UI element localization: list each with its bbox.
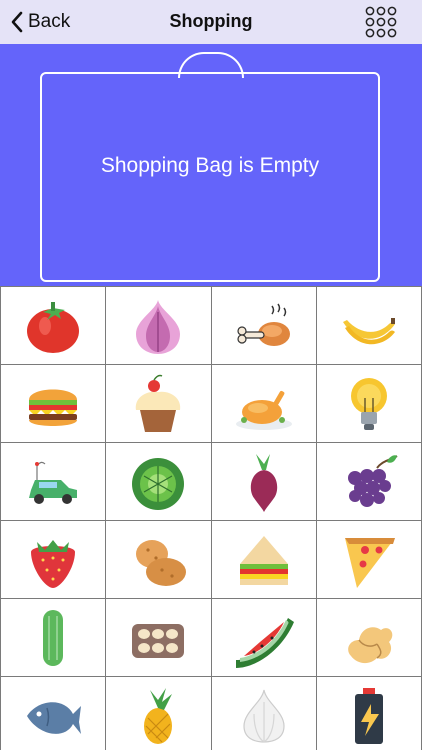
page-title: Shopping	[169, 11, 253, 31]
item-light-bulb[interactable]	[316, 365, 421, 442]
item-garlic[interactable]	[211, 677, 316, 754]
navigation-bar: Back Shopping	[0, 0, 422, 44]
beet-icon	[250, 453, 277, 512]
item-onion[interactable]	[106, 287, 211, 364]
item-fish[interactable]	[1, 677, 106, 754]
potato-icon	[136, 539, 187, 586]
chicken-leg-icon	[237, 303, 290, 346]
onion-icon	[136, 299, 181, 354]
cabbage-icon	[132, 457, 185, 510]
grapes-icon	[347, 454, 398, 507]
item-sandwich[interactable]	[211, 521, 316, 598]
item-beet[interactable]	[211, 443, 316, 520]
item-roast-chicken[interactable]	[211, 365, 316, 442]
watermelon-icon	[235, 617, 294, 668]
item-watermelon[interactable]	[211, 599, 316, 676]
item-toy-car[interactable]	[1, 443, 106, 520]
shopping-bag-area: Shopping Bag is Empty	[0, 44, 422, 286]
banana-icon	[342, 317, 395, 344]
pizza-slice-icon	[344, 537, 395, 588]
strawberry-icon	[31, 539, 76, 588]
ginger-icon	[348, 626, 393, 663]
item-ginger[interactable]	[316, 599, 421, 676]
item-cabbage[interactable]	[106, 443, 211, 520]
light-bulb-icon	[350, 377, 387, 430]
item-potato[interactable]	[106, 521, 211, 598]
fish-icon	[27, 701, 82, 734]
pineapple-icon	[144, 687, 173, 744]
garlic-icon	[243, 689, 285, 743]
items-grid	[0, 286, 422, 754]
item-pizza-slice[interactable]	[316, 521, 421, 598]
bag-status-text: Shopping Bag is Empty	[100, 154, 320, 177]
roast-chicken-icon	[235, 384, 292, 430]
item-pineapple[interactable]	[106, 677, 211, 754]
item-cucumber[interactable]	[1, 599, 106, 676]
item-strawberry[interactable]	[1, 521, 106, 598]
item-battery[interactable]	[316, 677, 421, 754]
toy-car-icon	[29, 461, 78, 504]
item-chicken-leg[interactable]	[211, 287, 316, 364]
cupcake-icon	[136, 374, 181, 432]
item-tomato[interactable]	[1, 287, 106, 364]
grid-dots-icon[interactable]	[365, 6, 397, 38]
item-grapes[interactable]	[316, 443, 421, 520]
battery-icon	[354, 687, 383, 744]
cucumber-icon	[43, 609, 64, 666]
item-eggs-carton[interactable]	[106, 599, 211, 676]
eggs-carton-icon	[132, 623, 185, 658]
shopping-bag[interactable]: Shopping Bag is Empty	[40, 72, 380, 282]
item-burger[interactable]	[1, 365, 106, 442]
tomato-icon	[27, 301, 80, 353]
item-banana[interactable]	[316, 287, 421, 364]
item-cupcake[interactable]	[106, 365, 211, 442]
burger-icon	[29, 389, 78, 426]
sandwich-icon	[239, 535, 288, 585]
